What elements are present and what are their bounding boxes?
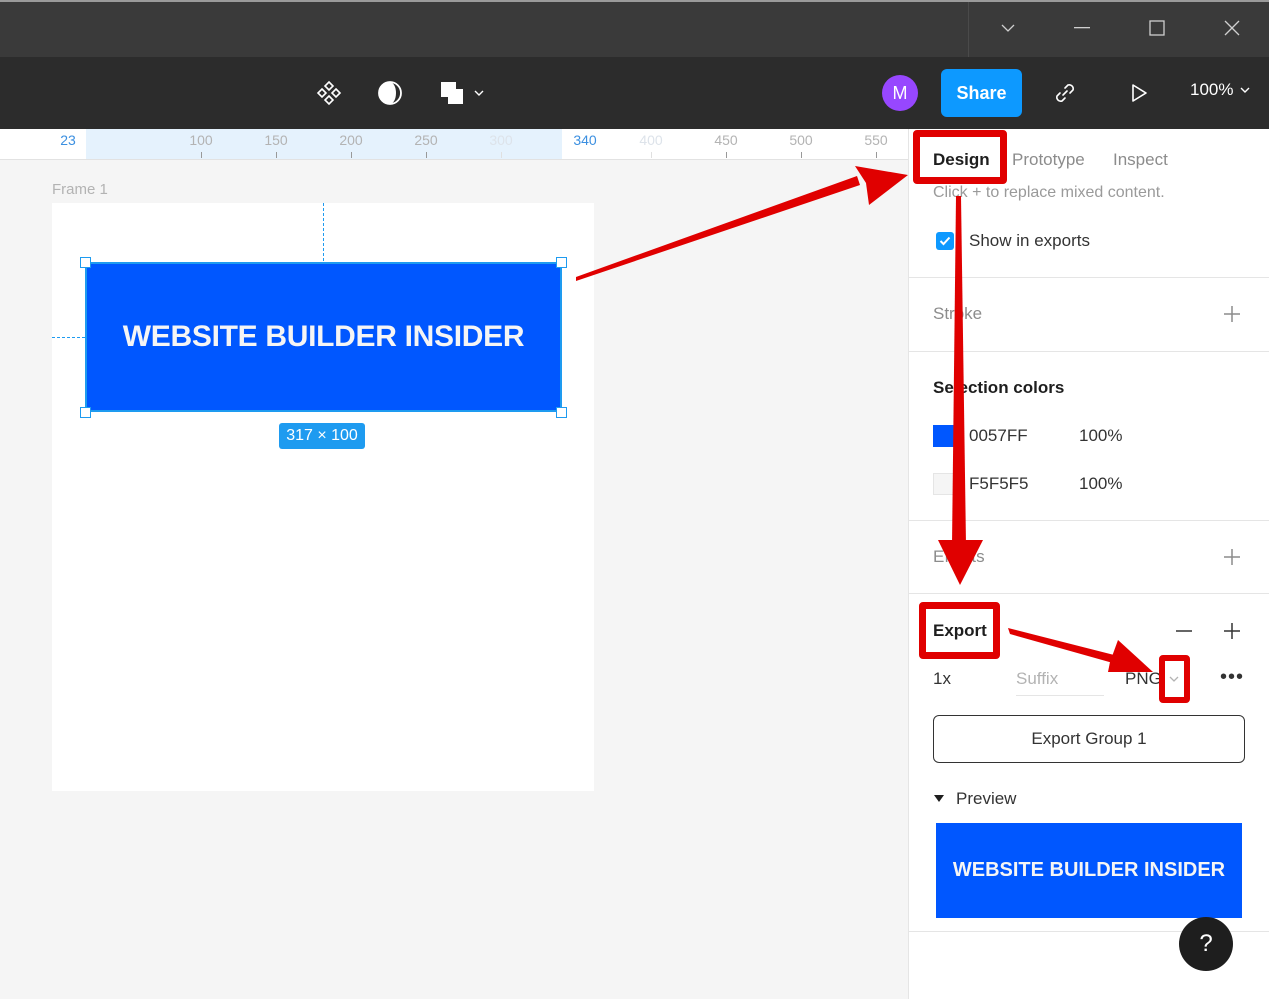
color-opacity-value[interactable]: 100% xyxy=(1079,474,1122,494)
frame-name-label[interactable]: Frame 1 xyxy=(52,181,108,198)
section-divider xyxy=(909,351,1269,352)
selection-size-badge: 317 × 100 xyxy=(279,423,365,449)
link-icon xyxy=(1056,84,1074,102)
color-opacity-value[interactable]: 100% xyxy=(1079,426,1122,446)
share-button[interactable]: Share xyxy=(941,69,1022,117)
effects-section-title: Effects xyxy=(933,547,985,566)
contrast-button[interactable] xyxy=(375,75,405,111)
color-swatch-light[interactable] xyxy=(933,473,955,495)
annotation-box-format-dropdown xyxy=(1159,655,1190,703)
section-divider xyxy=(909,520,1269,521)
tab-inspect[interactable]: Inspect xyxy=(1113,150,1168,170)
ruler-tick xyxy=(801,152,802,158)
selected-banner-group[interactable]: WEBSITE BUILDER INSIDER xyxy=(85,262,562,412)
ruler-tick xyxy=(201,152,202,158)
color-hex-value[interactable]: 0057FF xyxy=(969,426,1028,446)
color-swatch-blue[interactable] xyxy=(933,425,955,447)
chevron-down-icon xyxy=(474,90,484,96)
stroke-section-title: Stroke xyxy=(933,304,983,323)
export-preview-image: WEBSITE BUILDER INSIDER xyxy=(936,823,1242,918)
close-button[interactable] xyxy=(1212,12,1252,44)
section-divider xyxy=(909,593,1269,594)
ruler-tick-label: 400 xyxy=(639,132,663,148)
user-avatar[interactable]: M xyxy=(882,75,918,111)
contrast-icon xyxy=(378,81,402,105)
export-format-value: PNG xyxy=(1125,669,1162,688)
mixed-content-hint: Click + to replace mixed content. xyxy=(933,184,1165,201)
add-effect-button[interactable] xyxy=(1222,547,1242,567)
copy-link-button[interactable] xyxy=(1050,75,1080,111)
triangle-down-icon xyxy=(934,795,944,802)
components-icon xyxy=(316,80,342,106)
ruler-tick xyxy=(501,152,502,158)
boolean-ops-button[interactable] xyxy=(437,75,487,111)
close-icon xyxy=(1224,20,1240,36)
resize-handle-top-left[interactable] xyxy=(80,257,91,268)
play-icon xyxy=(1132,84,1147,102)
selection-colors-title: Selection colors xyxy=(933,378,1065,397)
ruler-tick-label: 550 xyxy=(864,132,888,148)
chevron-down-icon xyxy=(1001,24,1015,32)
export-suffix-input[interactable]: Suffix xyxy=(1016,669,1104,696)
boolean-shapes-icon xyxy=(441,82,463,104)
window-menu-button[interactable] xyxy=(988,12,1028,44)
preview-toggle[interactable]: Preview xyxy=(934,789,1016,809)
export-scale-input[interactable]: 1x xyxy=(933,669,951,689)
ruler-tick xyxy=(426,152,427,158)
zoom-level: 100% xyxy=(1190,80,1234,99)
maximize-button[interactable] xyxy=(1137,12,1177,44)
ruler-tick xyxy=(726,152,727,158)
show-in-exports-checkbox[interactable] xyxy=(936,232,954,250)
resize-handle-bottom-left[interactable] xyxy=(80,407,91,418)
present-button[interactable] xyxy=(1124,75,1154,111)
preview-label: Preview xyxy=(956,789,1017,808)
ruler-tick-label: 150 xyxy=(264,132,288,148)
ruler-tick xyxy=(876,152,877,158)
resize-handle-bottom-right[interactable] xyxy=(556,407,567,418)
minimize-icon xyxy=(1074,27,1090,29)
checkmark-icon xyxy=(939,236,951,246)
help-button[interactable]: ? xyxy=(1179,917,1233,971)
components-button[interactable] xyxy=(314,75,344,111)
titlebar-divider xyxy=(968,2,969,59)
ruler-tick-label: 100 xyxy=(189,132,213,148)
annotation-box-design-tab xyxy=(913,130,1007,184)
ruler-tick xyxy=(276,152,277,158)
export-group-button[interactable]: Export Group 1 xyxy=(933,715,1245,763)
horizontal-ruler: 23 100 150 200 250 300 340 400 450 500 550 xyxy=(0,129,908,160)
ruler-tick-label: 250 xyxy=(414,132,438,148)
ruler-tick-label: 200 xyxy=(339,132,363,148)
annotation-box-export xyxy=(919,602,1000,659)
maximize-icon xyxy=(1149,20,1165,36)
measure-guide-horizontal xyxy=(52,337,85,338)
annotation-arrow-to-design xyxy=(576,166,908,281)
ruler-tick xyxy=(651,152,652,158)
tab-prototype[interactable]: Prototype xyxy=(1012,150,1085,170)
measure-guide-vertical xyxy=(323,203,324,261)
chevron-down-icon xyxy=(1240,87,1250,93)
ruler-tick-label: 500 xyxy=(789,132,813,148)
remove-export-button[interactable] xyxy=(1174,621,1194,641)
ruler-tick-label: 300 xyxy=(489,132,513,148)
ruler-tick-label: 23 xyxy=(60,132,76,148)
add-stroke-button[interactable] xyxy=(1222,304,1242,324)
section-divider xyxy=(909,277,1269,278)
minimize-button[interactable] xyxy=(1062,12,1102,44)
add-export-button[interactable] xyxy=(1222,621,1242,641)
export-settings-more-button[interactable]: ••• xyxy=(1220,666,1244,689)
show-in-exports-label: Show in exports xyxy=(969,231,1090,250)
color-hex-value[interactable]: F5F5F5 xyxy=(969,474,1029,494)
ruler-tick-label: 450 xyxy=(714,132,738,148)
resize-handle-top-right[interactable] xyxy=(556,257,567,268)
zoom-dropdown[interactable]: 100% xyxy=(1190,80,1251,100)
ruler-tick-label: 340 xyxy=(573,132,597,148)
ruler-tick xyxy=(351,152,352,158)
